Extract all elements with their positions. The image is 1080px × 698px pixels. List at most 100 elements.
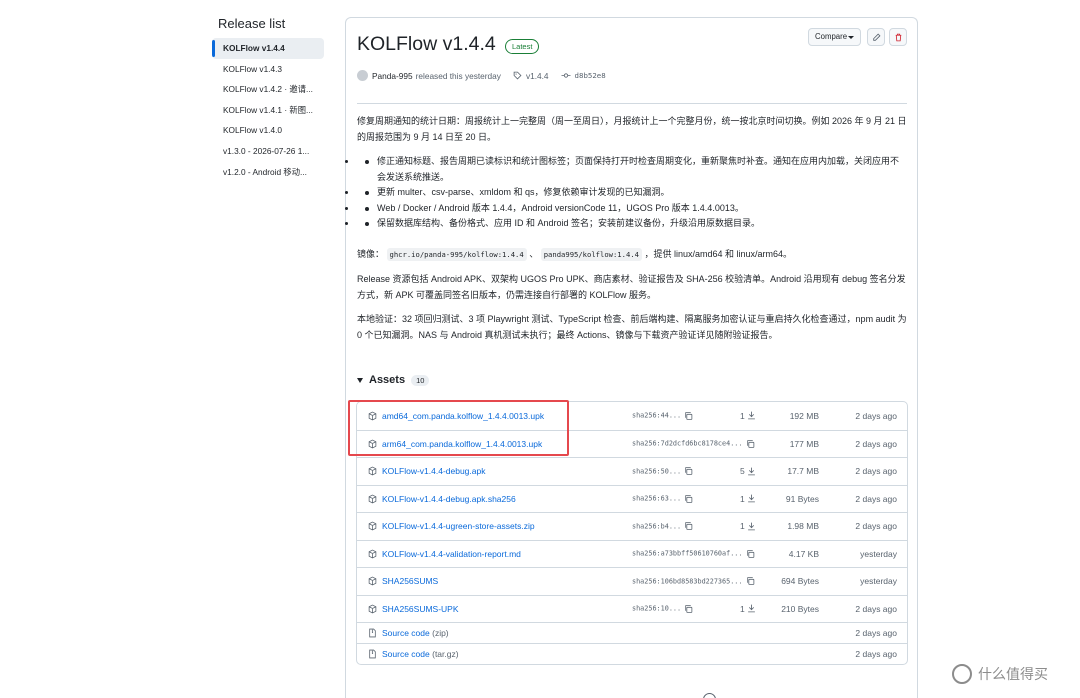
asset-size: 192 MB <box>789 410 819 421</box>
assets-heading: Assets <box>369 374 406 386</box>
copy-icon[interactable] <box>684 467 693 476</box>
asset-size: 1.98 MB <box>787 521 819 532</box>
list-item: Web / Docker / Android 版本 1.4.4，Android … <box>357 201 907 217</box>
copy-icon[interactable] <box>684 522 693 531</box>
asset-row: KOLFlow-v1.4.4-validation-report.md sha2… <box>357 539 907 568</box>
download-icon <box>747 522 755 531</box>
sidebar-item-v1-3-0[interactable]: v1.3.0 - 2026-07-26 1... <box>212 141 324 162</box>
asset-link[interactable]: KOLFlow-v1.4.4-debug.apk <box>382 466 485 476</box>
sidebar-item-v1-2-0[interactable]: v1.2.0 - Android 移动... <box>212 162 324 183</box>
sha-text: sha256:63... <box>632 494 682 503</box>
commit-link[interactable]: d8b52e8 <box>561 71 606 80</box>
copy-icon[interactable] <box>684 494 693 503</box>
source-format: (tar.gz) <box>432 649 459 659</box>
copy-icon[interactable] <box>684 604 693 613</box>
asset-date: yesterday <box>860 576 897 587</box>
asset-sha: sha256:63... <box>632 494 693 503</box>
list-item: 保留数据库结构、备份格式、应用 ID 和 Android 签名；安装前建议备份，… <box>357 216 907 232</box>
download-icon <box>747 411 755 420</box>
mirror-prefix: 镜像： <box>357 249 385 259</box>
notes-intro: 修复周期通知的统计日期：周报统计上一完整周（周一至周日），月报统计上一个完整月份… <box>357 116 907 142</box>
commit-icon <box>561 73 571 78</box>
download-count: 1 <box>740 411 756 421</box>
assets-count: 10 <box>411 374 430 386</box>
source-label: Source code <box>382 628 430 638</box>
delete-button[interactable] <box>889 28 907 46</box>
asset-sha: sha256:106bd8583bd227365... <box>632 577 755 586</box>
released-text: released this yesterday <box>415 70 501 81</box>
package-icon <box>368 549 377 559</box>
notes-assets-paragraph: Release 资源包括 Android APK、双架构 UGOS Pro UP… <box>357 274 906 300</box>
tag-icon <box>513 71 522 80</box>
download-count-text: 1 <box>740 410 745 421</box>
copy-icon[interactable] <box>746 577 755 586</box>
pencil-icon <box>872 33 880 41</box>
package-icon <box>368 576 377 586</box>
author-link[interactable]: Panda-995 <box>372 71 413 81</box>
sidebar-item-v1-4-2[interactable]: KOLFlow v1.4.2 · 邀请... <box>212 79 324 100</box>
latest-badge: Latest <box>505 39 540 54</box>
compare-label: Compare <box>815 32 848 41</box>
smiley-icon[interactable] <box>703 693 716 698</box>
asset-link[interactable]: KOLFlow-v1.4.4-validation-report.md <box>382 549 521 559</box>
source-format: (zip) <box>432 628 449 638</box>
asset-date: yesterday <box>860 548 897 559</box>
download-count: 1 <box>740 494 756 504</box>
package-icon <box>368 604 377 614</box>
source-link[interactable]: Source code (zip) <box>382 628 449 638</box>
sidebar-item-v1-4-3[interactable]: KOLFlow v1.4.3 <box>212 59 324 80</box>
asset-sha: sha256:b4... <box>632 522 693 531</box>
sidebar-item-v1-4-0[interactable]: KOLFlow v1.4.0 <box>212 120 324 141</box>
notes-verify-paragraph: 本地验证：32 项回归测试、3 项 Playwright 测试、TypeScri… <box>357 314 907 340</box>
asset-row: SHA256SUMS sha256:106bd8583bd227365... 6… <box>357 567 907 595</box>
edit-button[interactable] <box>867 28 885 46</box>
file-zip-icon <box>369 649 376 659</box>
copy-icon[interactable] <box>684 411 693 420</box>
download-count-text: 5 <box>740 466 745 477</box>
assets-toggle[interactable]: Assets 10 <box>357 374 430 386</box>
package-icon <box>368 521 377 531</box>
asset-date: 2 days ago <box>855 493 897 504</box>
asset-row: SHA256SUMS-UPK sha256:10... 1 210 Bytes … <box>357 594 907 623</box>
sha-text: sha256:7d2dcfd6bc8178ce4... <box>632 439 743 448</box>
sha-text: sha256:50... <box>632 467 682 476</box>
asset-sha: sha256:50... <box>632 467 693 476</box>
asset-date: 2 days ago <box>855 603 897 614</box>
watermark-text: 什么值得买 <box>978 666 1048 682</box>
mirror-code-ghcr: ghcr.io/panda-995/kolflow:1.4.4 <box>386 248 527 261</box>
download-count: 5 <box>740 466 756 476</box>
tag-link[interactable]: v1.4.4 <box>513 71 549 81</box>
asset-sha: sha256:10... <box>632 604 693 613</box>
sha-text: sha256:10... <box>632 604 682 613</box>
asset-date: 2 days ago <box>855 649 897 659</box>
mirror-sep: 、 <box>529 249 539 259</box>
asset-row: KOLFlow-v1.4.4-ugreen-store-assets.zip s… <box>357 512 907 540</box>
watermark: 什么值得买 <box>952 664 1048 684</box>
asset-date: 2 days ago <box>855 628 897 638</box>
asset-size: 91 Bytes <box>785 493 819 504</box>
asset-link[interactable]: SHA256SUMS <box>382 576 438 586</box>
asset-sha: sha256:44... <box>632 411 693 420</box>
asset-link[interactable]: KOLFlow-v1.4.4-ugreen-store-assets.zip <box>382 521 535 531</box>
sha-text: sha256:a73bbff50610760af... <box>632 549 743 558</box>
download-count: 1 <box>740 521 756 531</box>
source-link[interactable]: Source code (tar.gz) <box>382 649 459 659</box>
release-meta: Panda-995 released this yesterday v1.4.4… <box>357 70 606 81</box>
sidebar-item-v1-4-1[interactable]: KOLFlow v1.4.1 · 新图... <box>212 100 324 121</box>
compare-button[interactable]: Compare <box>808 28 861 46</box>
sha-text: sha256:b4... <box>632 522 682 531</box>
sidebar-title: Release list <box>218 16 286 31</box>
triangle-down-icon <box>357 377 363 383</box>
asset-sha: sha256:7d2dcfd6bc8178ce4... <box>632 439 755 448</box>
copy-icon[interactable] <box>746 439 755 448</box>
highlight-box <box>348 400 569 456</box>
download-icon <box>747 467 755 476</box>
copy-icon[interactable] <box>746 549 755 558</box>
sidebar-item-v1-4-4[interactable]: KOLFlow v1.4.4 <box>212 38 324 59</box>
trash-icon <box>895 33 901 41</box>
list-item: 修正通知标题、报告周期已读标识和统计图标签；页面保持打开时检查周期变化，重新聚焦… <box>357 154 907 185</box>
asset-link[interactable]: KOLFlow-v1.4.4-debug.apk.sha256 <box>382 494 516 504</box>
package-icon <box>368 466 377 476</box>
list-item: 更新 multer、csv-parse、xmldom 和 qs，修复依赖审计发现… <box>357 185 907 201</box>
asset-link[interactable]: SHA256SUMS-UPK <box>382 604 459 614</box>
